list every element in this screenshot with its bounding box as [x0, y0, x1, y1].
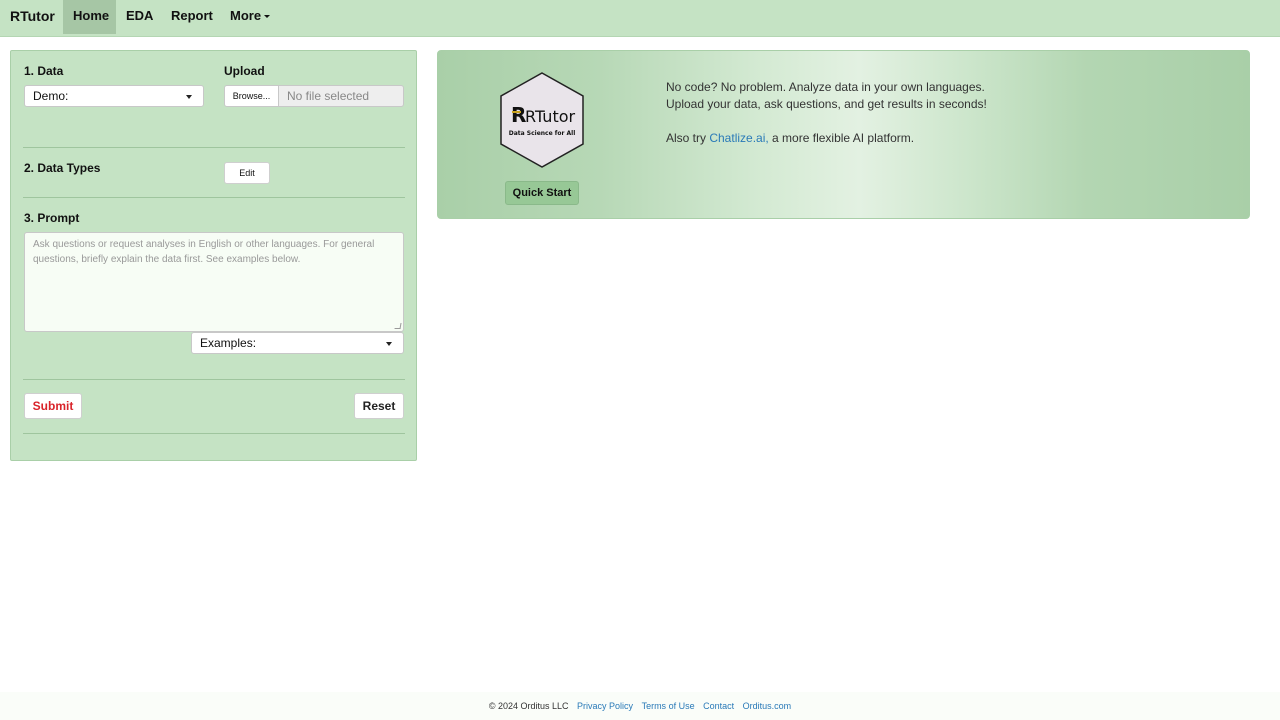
- demo-data-select[interactable]: Demo:: [24, 85, 204, 107]
- logo-wordmark: RTutor: [525, 107, 576, 126]
- submit-button[interactable]: Submit: [24, 393, 82, 419]
- nav-more-label: More: [230, 8, 262, 23]
- prompt-placeholder: Ask questions or request analyses in Eng…: [33, 239, 375, 265]
- nav-more-dropdown[interactable]: More: [220, 0, 280, 34]
- chevron-down-icon: [386, 342, 392, 346]
- section-divider: [23, 379, 405, 380]
- footer-link-privacy[interactable]: Privacy Policy: [577, 701, 633, 711]
- also-try-prefix: Also try: [666, 131, 710, 145]
- welcome-banner: R RTutor Data Science for All Quick Star…: [437, 50, 1250, 219]
- banner-line-1: No code? No problem. Analyze data in you…: [666, 80, 985, 94]
- footer-link-orditus[interactable]: Orditus.com: [743, 701, 792, 711]
- chatlize-link[interactable]: Chatlize.ai,: [709, 131, 768, 145]
- demo-data-select-value: Demo:: [33, 89, 69, 103]
- quick-start-button[interactable]: Quick Start: [505, 181, 579, 205]
- input-panel: 1. Data Demo: Upload Browse... No file s…: [10, 50, 417, 461]
- nav-eda[interactable]: EDA: [116, 0, 163, 34]
- section-divider: [23, 433, 405, 434]
- upload-label: Upload: [224, 64, 265, 78]
- section-divider: [23, 197, 405, 198]
- resize-grip-icon[interactable]: [394, 323, 402, 329]
- top-navbar: RTutor Home EDA Report More: [0, 0, 1280, 37]
- banner-line-2: Upload your data, ask questions, and get…: [666, 97, 987, 111]
- data-types-label: 2. Data Types: [24, 161, 101, 175]
- page-footer: © 2024 Orditus LLC Privacy Policy Terms …: [0, 692, 1280, 720]
- file-name-field[interactable]: No file selected: [279, 85, 404, 107]
- footer-copyright: © 2024 Orditus LLC: [488, 701, 569, 711]
- edit-data-types-button[interactable]: Edit: [224, 162, 270, 184]
- also-try-suffix: a more flexible AI platform.: [768, 131, 915, 145]
- section-divider: [23, 147, 405, 148]
- brand-title[interactable]: RTutor: [10, 8, 55, 24]
- logo-subtitle: Data Science for All: [509, 130, 576, 137]
- examples-select-value: Examples:: [200, 336, 257, 350]
- footer-link-terms[interactable]: Terms of Use: [642, 701, 695, 711]
- data-section-label: 1. Data: [24, 64, 64, 78]
- nav-home[interactable]: Home: [63, 0, 116, 34]
- browse-button[interactable]: Browse...: [224, 85, 279, 107]
- banner-also-try: Also try Chatlize.ai, a more flexible AI…: [666, 130, 914, 147]
- reset-button[interactable]: Reset: [354, 393, 404, 419]
- footer-link-contact[interactable]: Contact: [703, 701, 734, 711]
- rtutor-logo: R RTutor Data Science for All: [499, 71, 585, 169]
- chevron-down-icon: [264, 15, 271, 19]
- prompt-textarea[interactable]: Ask questions or request analyses in Eng…: [24, 232, 404, 332]
- prompt-label: 3. Prompt: [24, 211, 80, 225]
- nav-report[interactable]: Report: [161, 0, 223, 34]
- examples-select[interactable]: Examples:: [191, 332, 404, 354]
- chevron-down-icon: [186, 95, 192, 99]
